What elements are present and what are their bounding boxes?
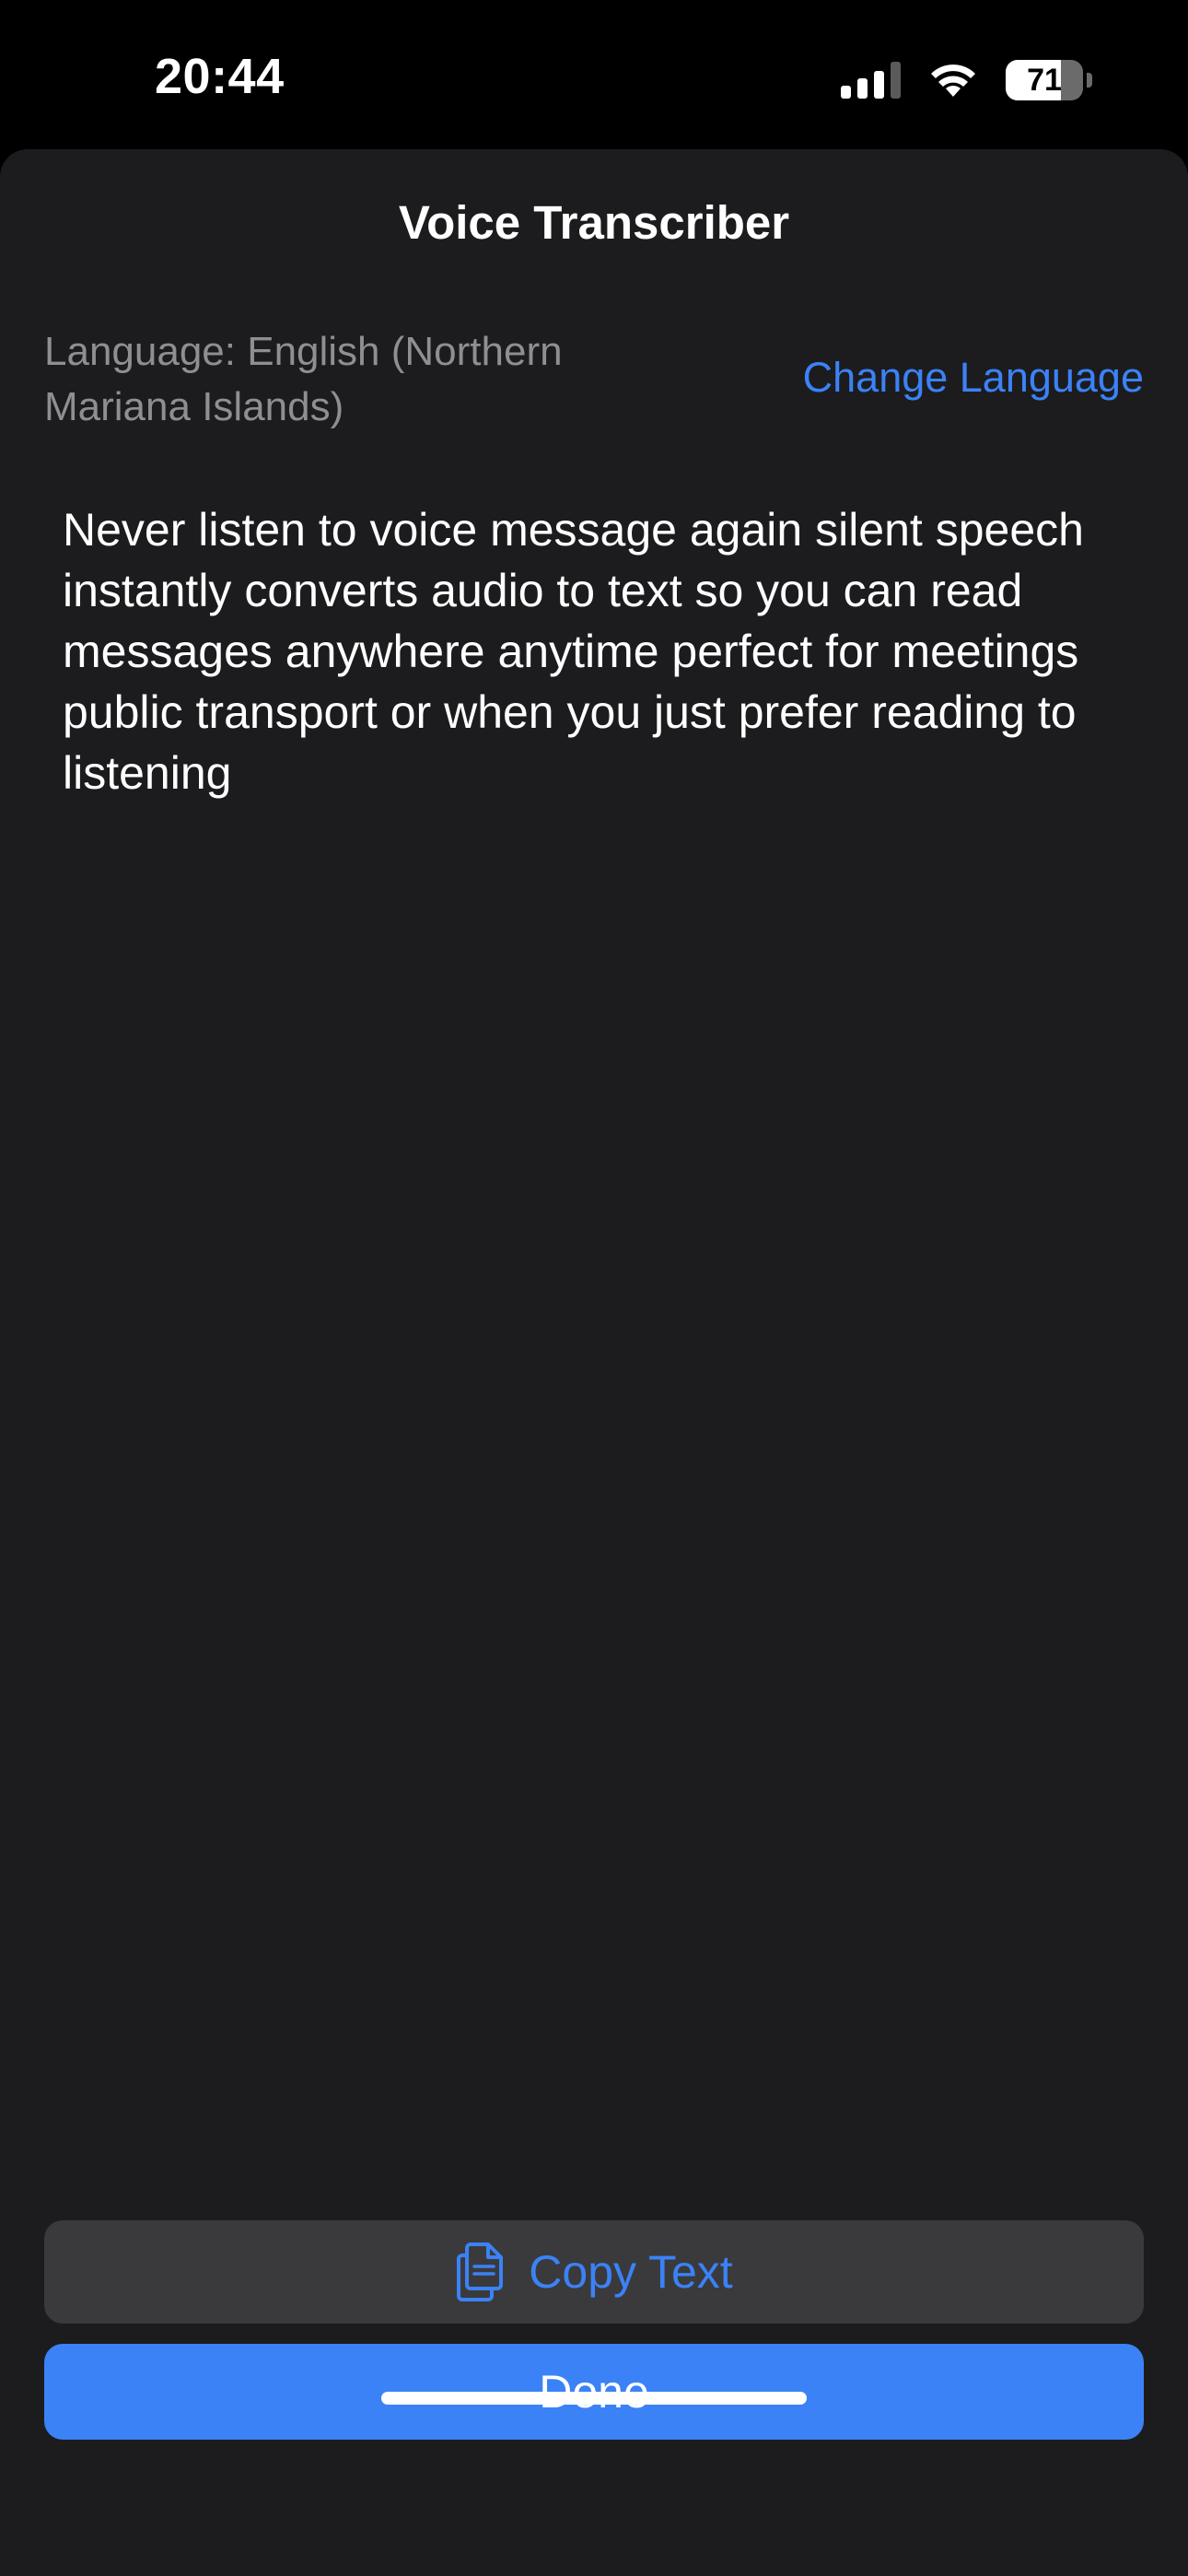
battery-icon: 71	[1006, 60, 1092, 100]
copy-text-label: Copy Text	[529, 2246, 733, 2298]
signal-icon	[841, 62, 901, 99]
wifi-icon	[931, 64, 975, 97]
copy-text-button[interactable]: Copy Text	[44, 2220, 1144, 2324]
sheet-title: Voice Transcriber	[398, 196, 790, 249]
status-icons: 71	[841, 57, 1092, 103]
copy-icon	[457, 2242, 504, 2301]
status-bar: 20:44 71	[0, 0, 1188, 149]
change-language-button[interactable]: Change Language	[803, 350, 1144, 405]
status-time: 20:44	[155, 49, 285, 104]
battery-level: 71	[1027, 62, 1062, 98]
home-indicator[interactable]	[381, 2392, 807, 2405]
transcriber-sheet: Voice Transcriber Language: English (Nor…	[0, 149, 1188, 2576]
transcript-text: Never listen to voice message again sile…	[63, 504, 1084, 799]
language-label: Language: English (Northern Mariana Isla…	[44, 329, 563, 429]
